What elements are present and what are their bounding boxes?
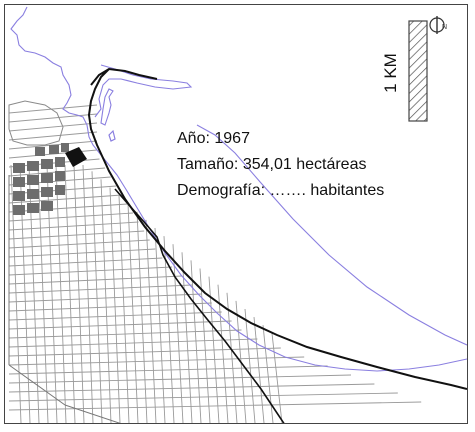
urban-block bbox=[41, 201, 53, 211]
year-value: 1967 bbox=[214, 130, 250, 147]
street-column bbox=[91, 171, 103, 423]
urban-block bbox=[55, 171, 65, 181]
street-row bbox=[8, 194, 122, 204]
urban-block bbox=[13, 205, 25, 215]
north-arrow-label: N bbox=[442, 24, 447, 31]
street-column bbox=[262, 325, 274, 423]
street-row bbox=[8, 212, 133, 222]
street-row bbox=[8, 239, 150, 249]
scale-bar-label: 1 KM bbox=[380, 53, 400, 93]
street-column bbox=[73, 164, 85, 423]
street-row bbox=[8, 221, 139, 231]
street-network bbox=[8, 100, 422, 423]
urban-block bbox=[27, 175, 39, 185]
urban-block bbox=[61, 143, 69, 152]
urban-block bbox=[13, 177, 25, 187]
street-column bbox=[145, 219, 157, 423]
street-column bbox=[55, 164, 67, 423]
street-column bbox=[253, 317, 265, 423]
info-year: Año: 1967 bbox=[177, 130, 250, 148]
urban-block bbox=[13, 191, 25, 201]
scale-bar bbox=[408, 20, 428, 122]
map-frame: N Año: 1967 Tamaño: 354,01 hectáreas Dem… bbox=[4, 4, 468, 424]
street-row bbox=[8, 365, 328, 375]
street-row bbox=[8, 392, 398, 402]
demography-label: Demografía: bbox=[177, 182, 266, 199]
urban-block bbox=[41, 159, 53, 169]
north-arrow: N bbox=[429, 16, 447, 34]
urban-block bbox=[27, 203, 39, 213]
street-column bbox=[136, 211, 148, 423]
info-demography: Demografía: ……. habitantes bbox=[177, 182, 384, 200]
street-row bbox=[8, 203, 128, 213]
breakwater bbox=[100, 88, 114, 126]
street-column bbox=[271, 333, 283, 423]
urban-block bbox=[27, 161, 39, 171]
urban-block bbox=[41, 173, 53, 183]
info-size: Tamaño: 354,01 hectáreas bbox=[177, 156, 366, 174]
street-row bbox=[8, 401, 422, 411]
urban-block bbox=[49, 145, 59, 154]
urban-block bbox=[27, 189, 39, 199]
street-row bbox=[8, 383, 375, 393]
street-column bbox=[118, 195, 130, 423]
year-label: Año: bbox=[177, 130, 210, 147]
street-row bbox=[8, 275, 183, 285]
street-column bbox=[244, 308, 256, 423]
street-column bbox=[64, 164, 76, 423]
urban-block bbox=[35, 147, 45, 156]
street-column bbox=[82, 164, 94, 423]
street-row bbox=[8, 104, 98, 114]
street-row bbox=[8, 131, 98, 141]
street-row bbox=[8, 284, 193, 294]
street-row bbox=[8, 356, 305, 366]
urban-block bbox=[13, 163, 25, 173]
street-row bbox=[8, 302, 212, 312]
street-column bbox=[127, 203, 139, 423]
street-column bbox=[10, 164, 22, 423]
size-label: Tamaño: bbox=[177, 156, 239, 173]
urban-block bbox=[41, 187, 53, 197]
street-row bbox=[8, 248, 156, 258]
urban-block bbox=[55, 185, 65, 195]
size-value: 354,01 hectáreas bbox=[242, 156, 367, 173]
street-row bbox=[8, 122, 98, 132]
street-row bbox=[8, 338, 258, 348]
hill-outline bbox=[8, 100, 64, 146]
harbor-pier bbox=[108, 129, 116, 142]
demography-value: ……. habitantes bbox=[269, 182, 385, 199]
urban-block bbox=[55, 157, 65, 167]
street-row bbox=[8, 320, 232, 330]
street-column bbox=[100, 179, 112, 423]
